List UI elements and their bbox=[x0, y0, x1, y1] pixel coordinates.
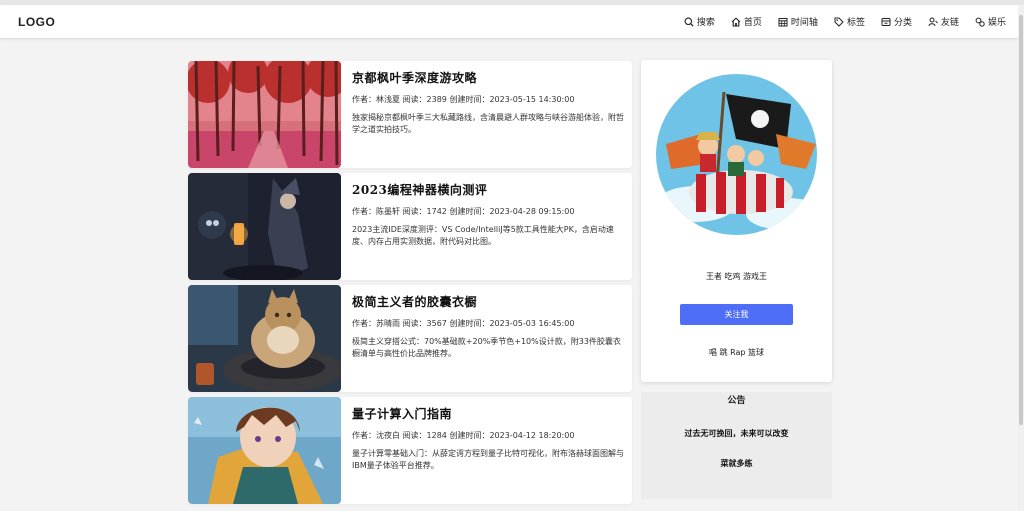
site-header: LOGO 搜索 首页 时间轴 标签 分类 友链 娱乐 bbox=[0, 5, 1018, 39]
profile-bio: 王者 吃鸡 游戏王 bbox=[705, 272, 768, 281]
notice-card: 公告 过去无可挽回，未来可以改变 菜就多练 bbox=[641, 392, 832, 499]
nav-timeline[interactable]: 时间轴 bbox=[778, 15, 818, 28]
avatar[interactable] bbox=[656, 74, 817, 235]
category-icon bbox=[881, 17, 891, 26]
nav-friend-links-label: 友链 bbox=[940, 18, 959, 28]
notice-line: 菜就多练 bbox=[720, 458, 753, 468]
post-thumbnail[interactable] bbox=[188, 397, 341, 504]
site-logo[interactable]: LOGO bbox=[18, 15, 55, 29]
post-card[interactable]: 极简主义者的胶囊衣橱 作者：苏晴雨 阅读：3567 创建时间：2023-05-0… bbox=[188, 285, 632, 392]
post-title[interactable]: 量子计算入门指南 bbox=[352, 405, 452, 422]
post-title[interactable]: 极简主义者的胶囊衣橱 bbox=[352, 293, 477, 310]
search-icon bbox=[684, 17, 694, 27]
post-card[interactable]: 量子计算入门指南 作者：沈夜白 阅读：1284 创建时间：2023-04-12 … bbox=[188, 397, 632, 504]
night-fantasy-image bbox=[188, 173, 341, 280]
post-meta: 作者：陈墨轩 阅读：1742 创建时间：2023-04-28 09:15:00 bbox=[352, 207, 575, 216]
home-icon bbox=[731, 16, 741, 27]
post-card[interactable]: 2023编程神器横向测评 作者：陈墨轩 阅读：1742 创建时间：2023-04… bbox=[188, 173, 632, 280]
post-description: 极简主义穿搭公式：70%基础款+20%季节色+10%设计款，附33件胶囊衣橱清单… bbox=[352, 337, 621, 358]
friend-link-icon bbox=[928, 17, 938, 26]
avatar-image bbox=[656, 74, 817, 235]
post-meta: 作者：苏晴雨 阅读：3567 创建时间：2023-05-03 16:45:00 bbox=[352, 319, 575, 328]
nav-search[interactable]: 搜索 bbox=[684, 15, 715, 28]
tag-icon bbox=[834, 17, 844, 27]
nav-category-label: 分类 bbox=[893, 18, 912, 28]
nav-home[interactable]: 首页 bbox=[731, 15, 762, 28]
post-thumbnail[interactable] bbox=[188, 285, 341, 392]
nav-search-label: 搜索 bbox=[696, 18, 715, 28]
post-description: 2023主流IDE深度测评：VS Code/IntelliJ等5款工具性能大PK… bbox=[352, 225, 614, 246]
calendar-icon bbox=[778, 17, 788, 26]
nav-entertainment[interactable]: 娱乐 bbox=[975, 15, 1006, 28]
post-meta: 作者：沈夜白 阅读：1284 创建时间：2023-04-12 18:20:00 bbox=[352, 431, 575, 440]
nav-timeline-label: 时间轴 bbox=[790, 18, 818, 28]
main-nav: 搜索 首页 时间轴 标签 分类 友链 娱乐 bbox=[668, 15, 1006, 28]
nav-tags[interactable]: 标签 bbox=[834, 15, 865, 28]
post-thumbnail[interactable] bbox=[188, 173, 341, 280]
nav-home-label: 首页 bbox=[743, 18, 762, 28]
entertainment-icon bbox=[975, 17, 985, 27]
post-description: 独家揭秘京都枫叶季三大私藏路线，含清晨避人群攻略与峡谷游船体验，附哲学之道实拍技… bbox=[352, 113, 624, 134]
scrollbar-thumb[interactable] bbox=[1019, 15, 1023, 425]
profile-hobbies: 唱 跳 Rap 篮球 bbox=[709, 348, 764, 357]
nav-friend-links[interactable]: 友链 bbox=[928, 15, 959, 28]
page-scrollbar[interactable] bbox=[1018, 5, 1024, 511]
notice-line: 过去无可挽回，未来可以改变 bbox=[684, 428, 789, 438]
post-meta: 作者：林浅夏 阅读：2389 创建时间：2023-05-15 14:30:00 bbox=[352, 95, 575, 104]
profile-card: 王者 吃鸡 游戏王 关注我 唱 跳 Rap 篮球 bbox=[641, 60, 832, 382]
post-title[interactable]: 京都枫叶季深度游攻略 bbox=[352, 69, 477, 86]
anime-character-image bbox=[188, 397, 341, 504]
post-card[interactable]: 京都枫叶季深度游攻略 作者：林浅夏 阅读：2389 创建时间：2023-05-1… bbox=[188, 61, 632, 168]
post-title[interactable]: 2023编程神器横向测评 bbox=[352, 181, 487, 198]
maple-forest-image bbox=[188, 61, 341, 168]
cat-photo-image bbox=[188, 285, 341, 392]
follow-button[interactable]: 关注我 bbox=[680, 304, 793, 325]
nav-category[interactable]: 分类 bbox=[881, 15, 912, 28]
nav-tags-label: 标签 bbox=[846, 18, 865, 28]
notice-title: 公告 bbox=[727, 396, 746, 406]
post-description: 量子计算零基础入门：从薛定谔方程到量子比特可视化，附布洛赫球面图解与IBM量子体… bbox=[352, 449, 624, 470]
nav-entertainment-label: 娱乐 bbox=[987, 18, 1006, 28]
post-thumbnail[interactable] bbox=[188, 61, 341, 168]
